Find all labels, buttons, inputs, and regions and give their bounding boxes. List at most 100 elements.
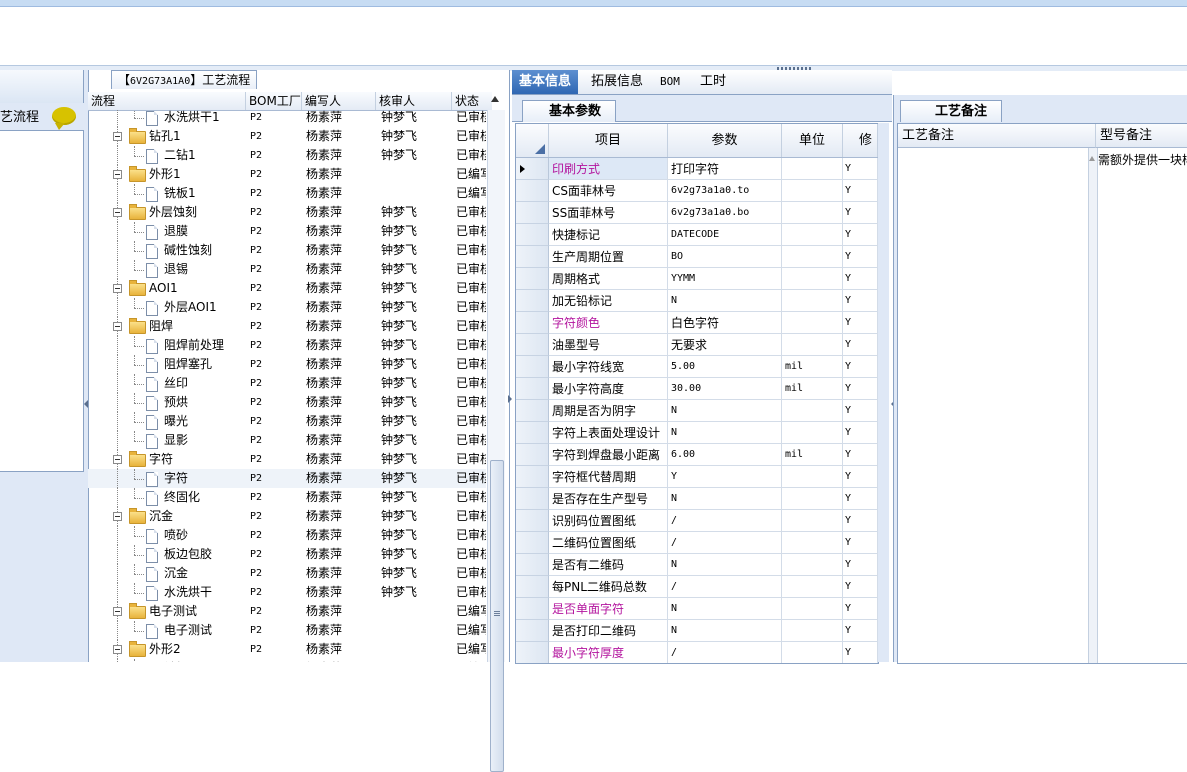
table-row[interactable]: 外层蚀刻 P2 杨素萍 钟梦飞 已审核 — [88, 203, 486, 222]
table-row[interactable]: 板边包胶 P2 杨素萍 钟梦飞 已审核 — [88, 545, 486, 564]
remark-header-process[interactable]: 工艺备注 — [898, 124, 1096, 148]
param-unit[interactable] — [782, 466, 843, 488]
table-row[interactable]: 沉金 P2 杨素萍 钟梦飞 已审核 — [88, 564, 486, 583]
param-modify[interactable]: Y — [843, 180, 878, 202]
table-row[interactable]: 电子测试 P2 杨素萍 已编写 — [88, 621, 486, 640]
param-unit[interactable] — [782, 400, 843, 422]
param-value[interactable]: BO — [668, 246, 782, 268]
table-row[interactable]: 阻焊塞孔 P2 杨素萍 钟梦飞 已审核 — [88, 355, 486, 374]
param-unit[interactable]: mil — [782, 378, 843, 400]
tree-item-name[interactable]: 喷砂 — [164, 526, 246, 545]
param-unit[interactable] — [782, 312, 843, 334]
param-unit[interactable] — [782, 158, 843, 180]
tree-item-name[interactable]: 二钻1 — [164, 146, 246, 165]
param-modify[interactable]: Y — [843, 246, 878, 268]
scroll-up-arrow-icon[interactable] — [491, 96, 499, 102]
table-row[interactable]: 沉金 P2 杨素萍 钟梦飞 已审核 — [88, 507, 486, 526]
param-value[interactable]: N — [668, 488, 782, 510]
row-header[interactable] — [516, 422, 549, 444]
row-header[interactable] — [516, 620, 549, 642]
table-row[interactable]: 字符 P2 杨素萍 钟梦飞 已审核 — [88, 450, 486, 469]
param-modify[interactable]: Y — [843, 642, 878, 663]
process-tree-tab[interactable]: 【6V2G73A1A0】工艺流程 — [111, 70, 258, 89]
table-row[interactable]: 钻孔1 P2 杨素萍 钟梦飞 已审核 — [88, 127, 486, 146]
param-value[interactable]: N — [668, 620, 782, 642]
table-row[interactable]: 最小字符线宽 5.00 mil Y — [516, 356, 878, 378]
table-row[interactable]: 是否有二维码 N Y — [516, 554, 878, 576]
param-value[interactable]: N — [668, 290, 782, 312]
collapse-toggle-icon[interactable] — [113, 645, 122, 654]
table-row[interactable]: 印刷方式 打印字符 Y — [516, 158, 878, 180]
grid-header-value[interactable]: 参数 — [668, 124, 782, 157]
tree-item-name[interactable]: 曝光 — [164, 412, 246, 431]
param-unit[interactable]: mil — [782, 444, 843, 466]
row-header[interactable] — [516, 268, 549, 290]
tree-item-name[interactable]: 外形2 — [149, 640, 246, 659]
left-nav-list[interactable] — [0, 130, 84, 472]
table-row[interactable]: 退膜 P2 杨素萍 钟梦飞 已审核 — [88, 222, 486, 241]
param-value[interactable]: 30.00 — [668, 378, 782, 400]
collapse-toggle-icon[interactable] — [113, 132, 122, 141]
tree-item-name[interactable]: 水洗烘干 — [164, 583, 246, 602]
row-header[interactable] — [516, 202, 549, 224]
collapse-toggle-icon[interactable] — [113, 208, 122, 217]
tree-item-name[interactable]: 终固化 — [164, 488, 246, 507]
row-header[interactable] — [516, 400, 549, 422]
left-nav-title[interactable]: 艺流程 — [0, 106, 39, 125]
tree-header-bom[interactable]: BOM工厂 — [246, 92, 302, 110]
scroll-up-arrow-icon[interactable] — [1089, 156, 1095, 161]
tree-item-name[interactable]: 水洗烘干1 — [164, 110, 246, 127]
param-modify[interactable]: Y — [843, 620, 878, 642]
table-row[interactable]: 油墨型号 无要求 Y — [516, 334, 878, 356]
param-modify[interactable]: Y — [843, 312, 878, 334]
row-header[interactable] — [516, 598, 549, 620]
tree-item-name[interactable]: 阻焊塞孔 — [164, 355, 246, 374]
param-modify[interactable]: Y — [843, 158, 878, 180]
param-value[interactable]: 6.00 — [668, 444, 782, 466]
tree-item-name[interactable]: 显影 — [164, 431, 246, 450]
param-modify[interactable]: Y — [843, 378, 878, 400]
param-unit[interactable] — [782, 290, 843, 312]
table-row[interactable]: 字符上表面处理设计 N Y — [516, 422, 878, 444]
table-row[interactable]: CS面菲林号 6v2g73a1a0.to Y — [516, 180, 878, 202]
param-unit[interactable] — [782, 334, 843, 356]
row-header[interactable] — [516, 488, 549, 510]
tab-bom[interactable]: BOM — [653, 70, 687, 94]
param-unit[interactable] — [782, 554, 843, 576]
tree-item-name[interactable]: 退锡 — [164, 260, 246, 279]
tree-item-name[interactable]: 铣板1 — [164, 184, 246, 203]
param-unit[interactable] — [782, 202, 843, 224]
tree-item-name[interactable]: 字符 — [164, 469, 246, 488]
tree-item-name[interactable]: 退膜 — [164, 222, 246, 241]
param-modify[interactable]: Y — [843, 334, 878, 356]
param-value[interactable]: 打印字符 — [668, 158, 782, 180]
param-unit[interactable] — [782, 268, 843, 290]
table-row[interactable]: 碱性蚀刻 P2 杨素萍 钟梦飞 已审核 — [88, 241, 486, 260]
remark-scroll-strip[interactable] — [1088, 148, 1098, 663]
tree-scrollbar-thumb[interactable] — [490, 460, 504, 772]
table-row[interactable]: 最小字符高度 30.00 mil Y — [516, 378, 878, 400]
table-row[interactable]: 加无铅标记 N Y — [516, 290, 878, 312]
grid-header-unit[interactable]: 单位 — [782, 124, 843, 157]
param-modify[interactable]: Y — [843, 290, 878, 312]
tree-item-name[interactable]: 阻焊前处理 — [164, 336, 246, 355]
param-modify[interactable]: Y — [843, 576, 878, 598]
param-modify[interactable]: Y — [843, 510, 878, 532]
model-remark-value[interactable]: 需额外提供一块样 — [1098, 151, 1187, 169]
table-row[interactable]: 周期是否为阴字 N Y — [516, 400, 878, 422]
param-modify[interactable]: Y — [843, 532, 878, 554]
tab-work-hours[interactable]: 工时 — [693, 70, 733, 94]
param-modify[interactable]: Y — [843, 202, 878, 224]
table-row[interactable]: 曝光 P2 杨素萍 钟梦飞 已审核 — [88, 412, 486, 431]
param-unit[interactable] — [782, 510, 843, 532]
tree-item-name[interactable]: 外形1 — [149, 165, 246, 184]
tree-item-name[interactable]: 板边包胶 — [164, 545, 246, 564]
tree-item-name[interactable]: 沉金 — [164, 564, 246, 583]
param-value[interactable]: YYMM — [668, 268, 782, 290]
table-row[interactable]: 最小字符厚度 / Y — [516, 642, 878, 663]
table-row[interactable]: 字符 P2 杨素萍 钟梦飞 已审核 — [88, 469, 486, 488]
table-row[interactable]: 每PNL二维码总数 / Y — [516, 576, 878, 598]
param-modify[interactable]: Y — [843, 400, 878, 422]
table-row[interactable]: 终固化 P2 杨素萍 钟梦飞 已审核 — [88, 488, 486, 507]
tab-basic-info[interactable]: 基本信息 — [512, 70, 579, 94]
